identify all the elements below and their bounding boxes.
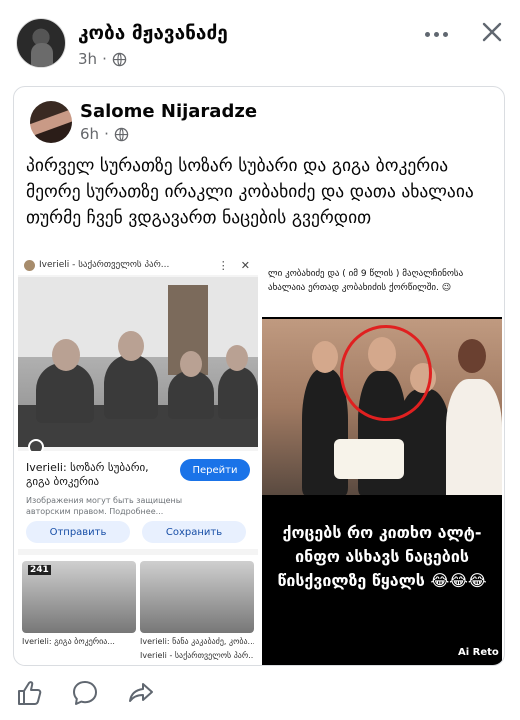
post-meta: 3h · [78, 50, 127, 68]
post-time[interactable]: 3h [78, 50, 97, 68]
image-source-bar: Iverieli - საქართველოს პარ... ⋮ ✕ [18, 255, 258, 275]
share-icon[interactable] [126, 678, 156, 708]
meeting-photo [18, 277, 258, 447]
image-result-panel: Iverieli: სოზარ სუბარი, გიგა ბოკერია Пер… [18, 451, 258, 549]
close-icon: ✕ [240, 258, 250, 272]
thumb-caption: Iverieli: გიგა ბოკერია... [22, 637, 115, 646]
close-icon[interactable] [478, 18, 506, 46]
post-header: კობა მჟავანაძე 3h · [0, 0, 520, 80]
image-source-label: Iverieli - საქართველოს პარ... [39, 260, 170, 270]
shared-post-text: პირველ სურათზე სოზარ სუბარი და გიგა ბოკე… [26, 156, 474, 228]
post-actions [0, 672, 520, 720]
send-label: Отправить [49, 526, 107, 538]
more-icon: ⋮ [217, 258, 229, 272]
post-images[interactable]: Iverieli - საქართველოს პარ... ⋮ ✕ Iverie… [14, 255, 504, 665]
watermark: Ai Reto [458, 647, 499, 658]
thumb-caption: Iverieli - საქართველოს პარ... [140, 651, 254, 660]
right-image-caption: ლი კობახიძე და ( იმ 9 წლის ) მაღალჩინოსა… [262, 255, 502, 317]
site-favicon-icon [24, 259, 35, 271]
shared-author-avatar[interactable] [30, 101, 72, 143]
channel-logo: 241 [28, 565, 51, 575]
save-label: Сохранить [165, 526, 223, 538]
send-button: Отправить [26, 521, 130, 543]
copyright-notice: Изображения могут быть защищены авторски… [26, 496, 183, 516]
save-button: Сохранить [142, 521, 246, 543]
right-screenshot-image[interactable]: ლი კობახიძე და ( იმ 9 წლის ) მაღალჩინოსა… [262, 255, 502, 665]
wedding-photo [262, 319, 502, 495]
shared-meta-separator: · [104, 125, 109, 143]
like-icon[interactable] [14, 678, 44, 708]
related-thumb: 241 [22, 561, 136, 633]
image-result-title: Iverieli: სოზარ სუბარი, გიგა ბოკერია [26, 461, 149, 488]
author-avatar[interactable] [16, 18, 66, 68]
globe-icon [112, 52, 127, 66]
related-images: 241 Iverieli: გიგა ბოკერია... Iverieli: … [18, 555, 258, 665]
author-name[interactable]: კობა მჟავანაძე [78, 22, 228, 44]
comment-icon[interactable] [70, 678, 100, 708]
shared-post-time[interactable]: 6h [80, 125, 99, 143]
meme-text: ქოცებს რო კითხო ალტ-ინფო ასხავს ნაცების … [277, 523, 487, 590]
related-thumb [140, 561, 254, 633]
shared-post-meta: 6h · [80, 125, 129, 143]
globe-icon [114, 127, 129, 141]
highlight-circle [340, 325, 432, 421]
more-icon[interactable] [420, 22, 452, 46]
visit-button: Перейти [180, 459, 250, 481]
meta-separator: · [102, 50, 107, 68]
shared-post-card[interactable]: Salome Nijaradze 6h · პირველ სურათზე სოზ… [13, 86, 505, 666]
shared-author-name[interactable]: Salome Nijaradze [80, 101, 257, 122]
left-screenshot-image[interactable]: Iverieli - საქართველოს პარ... ⋮ ✕ Iverie… [18, 255, 258, 665]
thumb-caption: Iverieli: ნანა კაკაბაძე, კობა... [140, 637, 254, 646]
